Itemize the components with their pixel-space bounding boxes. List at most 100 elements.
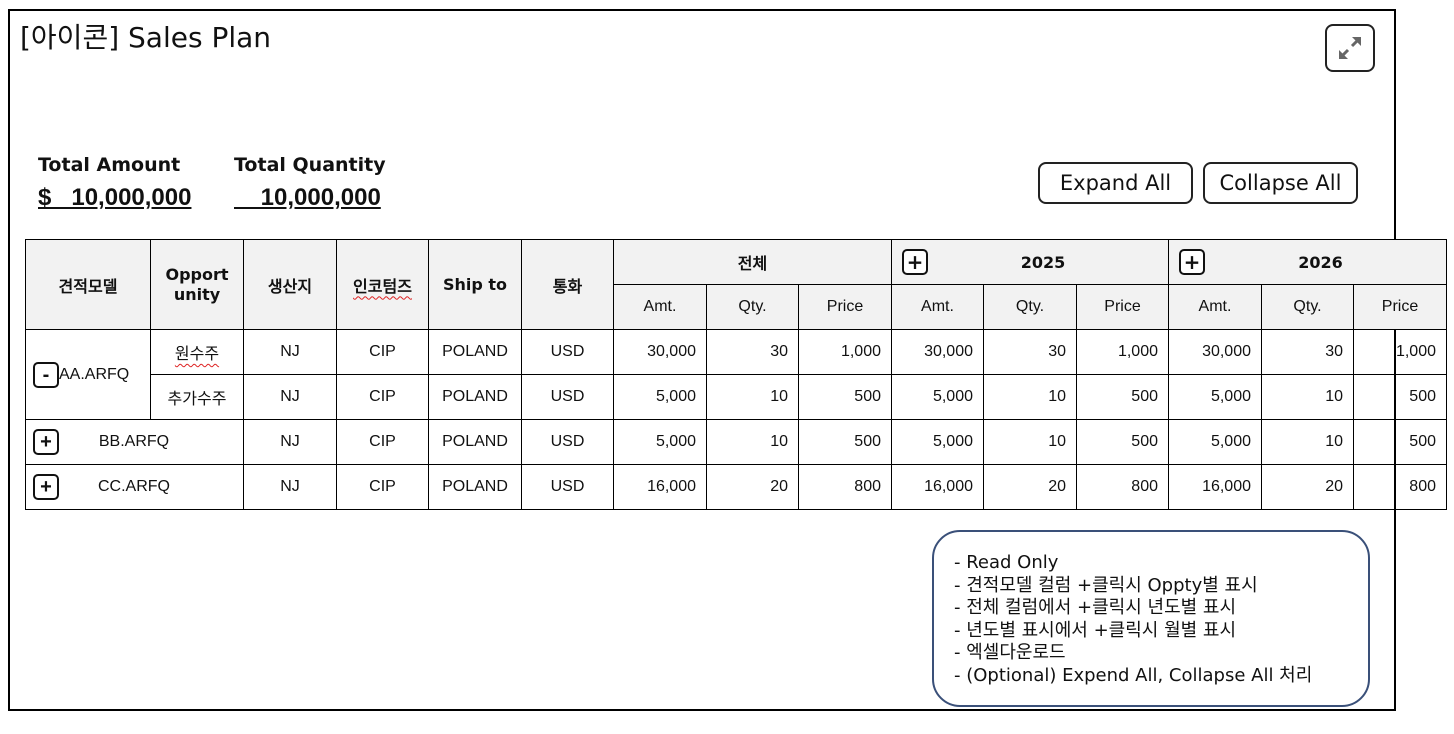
total-amt-cell: 16,000 bbox=[613, 464, 707, 510]
expand-year-2025-plus-icon[interactable]: + bbox=[902, 249, 928, 275]
total-price-cell: 500 bbox=[798, 419, 892, 465]
header-incoterms-label: 인코텀즈 bbox=[353, 276, 412, 296]
incoterms-cell: CIP bbox=[336, 464, 429, 510]
note-line: - 견적모델 컬럼 +클릭시 Oppty별 표시 bbox=[954, 574, 1258, 596]
y2026-amt-cell: 16,000 bbox=[1168, 464, 1262, 510]
expand-bb-plus-icon[interactable]: + bbox=[33, 429, 59, 455]
y2026-amt-cell: 30,000 bbox=[1168, 329, 1262, 375]
header-total-amt: Amt. bbox=[613, 284, 707, 330]
header-incoterms: 인코텀즈 bbox=[336, 239, 429, 330]
header-2026-qty: Qty. bbox=[1261, 284, 1354, 330]
expand-year-2026-plus-icon[interactable]: + bbox=[1179, 249, 1205, 275]
total-qty-cell: 10 bbox=[706, 374, 799, 420]
y2025-price-cell: 500 bbox=[1076, 419, 1169, 465]
total-amount-label: Total Amount bbox=[38, 154, 181, 176]
y2026-qty-cell: 20 bbox=[1261, 464, 1354, 510]
header-2025-amt: Amt. bbox=[891, 284, 984, 330]
header-2025-price: Price bbox=[1076, 284, 1169, 330]
ship-to-cell: POLAND bbox=[428, 329, 522, 375]
total-qty-cell: 10 bbox=[706, 419, 799, 465]
y2026-amt-cell: 5,000 bbox=[1168, 419, 1262, 465]
total-amt-cell: 30,000 bbox=[613, 329, 707, 375]
y2026-price-cell: 500 bbox=[1353, 374, 1447, 420]
note-line: - Read Only bbox=[954, 552, 1059, 573]
header-row-1: 견적모델 Opport unity 생산지 인코텀즈 Ship to 통화 전체… bbox=[25, 239, 1447, 330]
oppty-label: 원수주 bbox=[174, 346, 220, 363]
y2025-qty-cell: 10 bbox=[983, 374, 1077, 420]
incoterms-cell: CIP bbox=[336, 419, 429, 465]
table-row: - AA.ARFQ 원수주 NJ CIP POLAND USD 30,000 30… bbox=[25, 329, 1447, 420]
total-amt-cell: 5,000 bbox=[613, 419, 707, 465]
total-price-cell: 1,000 bbox=[798, 329, 892, 375]
model-cell-bb: + BB.ARFQ bbox=[25, 419, 244, 465]
note-line: - 전체 컬럼에서 +클릭시 년도별 표시 bbox=[954, 597, 1237, 618]
model-cell-aa: - AA.ARFQ bbox=[25, 329, 151, 420]
collapse-aa-minus-icon[interactable]: - bbox=[33, 361, 59, 388]
y2026-qty-cell: 30 bbox=[1261, 329, 1354, 375]
header-origin: 생산지 bbox=[243, 239, 337, 330]
fullscreen-button[interactable] bbox=[1325, 24, 1375, 72]
collapse-all-button[interactable]: Collapse All bbox=[1203, 162, 1358, 204]
y2025-price-cell: 500 bbox=[1076, 374, 1169, 420]
currency-cell: USD bbox=[521, 374, 614, 420]
currency-cell: USD bbox=[521, 419, 614, 465]
total-quantity-value: 10,000,000 bbox=[234, 184, 381, 211]
incoterms-cell: CIP bbox=[336, 329, 429, 375]
ship-to-cell: POLAND bbox=[428, 419, 522, 465]
page-title: [아이콘] Sales Plan bbox=[20, 21, 272, 54]
year-2025-label: 2025 bbox=[1020, 252, 1066, 272]
model-cell-cc: + CC.ARFQ bbox=[25, 464, 244, 510]
oppty-cell: 원수주 bbox=[150, 329, 244, 375]
y2026-price-cell: 500 bbox=[1353, 419, 1447, 465]
header-opportunity: Opport unity bbox=[150, 239, 244, 330]
model-cc-label: CC.ARFQ bbox=[98, 478, 170, 495]
header-total-qty: Qty. bbox=[706, 284, 799, 330]
header-2026-amt: Amt. bbox=[1168, 284, 1262, 330]
y2026-price-cell: 1,000 bbox=[1353, 329, 1447, 375]
year-2026-label: 2026 bbox=[1298, 252, 1343, 272]
model-aa-label: AA.ARFQ bbox=[59, 365, 130, 383]
ship-to-cell: POLAND bbox=[428, 464, 522, 510]
y2025-price-cell: 800 bbox=[1076, 464, 1169, 510]
y2026-qty-cell: 10 bbox=[1261, 374, 1354, 420]
y2025-amt-cell: 5,000 bbox=[891, 419, 984, 465]
note-line: - (Optional) Expend All, Collapse All 처리 bbox=[954, 664, 1313, 686]
total-price-cell: 500 bbox=[798, 374, 892, 420]
expand-arrows-icon bbox=[1339, 37, 1361, 59]
header-2025-qty: Qty. bbox=[983, 284, 1077, 330]
total-quantity-label: Total Quantity bbox=[234, 154, 386, 176]
total-price-cell: 800 bbox=[798, 464, 892, 510]
ship-to-cell: POLAND bbox=[428, 374, 522, 420]
currency-cell: USD bbox=[521, 464, 614, 510]
y2025-qty-cell: 20 bbox=[983, 464, 1077, 510]
y2025-price-cell: 1,000 bbox=[1076, 329, 1169, 375]
origin-cell: NJ bbox=[243, 464, 337, 510]
note-line: - 엑셀다운로드 bbox=[954, 642, 1066, 663]
expand-cc-plus-icon[interactable]: + bbox=[33, 474, 59, 500]
y2025-amt-cell: 30,000 bbox=[891, 329, 984, 375]
incoterms-cell: CIP bbox=[336, 374, 429, 420]
origin-cell: NJ bbox=[243, 419, 337, 465]
expand-all-button[interactable]: Expand All bbox=[1038, 162, 1193, 204]
total-qty-cell: 20 bbox=[706, 464, 799, 510]
total-qty-cell: 30 bbox=[706, 329, 799, 375]
header-2026-price: Price bbox=[1353, 284, 1447, 330]
model-bb-label: BB.ARFQ bbox=[98, 433, 170, 450]
total-amt-cell: 5,000 bbox=[613, 374, 707, 420]
y2025-qty-cell: 30 bbox=[983, 329, 1077, 375]
header-year-2025: +2025 bbox=[891, 239, 1169, 285]
origin-cell: NJ bbox=[243, 329, 337, 375]
header-ship-to: Ship to bbox=[428, 239, 522, 330]
header-model: 견적모델 bbox=[25, 239, 151, 330]
oppty-cell: 추가수주 bbox=[150, 374, 244, 420]
origin-cell: NJ bbox=[243, 374, 337, 420]
header-total-price: Price bbox=[798, 284, 892, 330]
y2025-qty-cell: 10 bbox=[983, 419, 1077, 465]
header-currency: 통화 bbox=[521, 239, 614, 330]
y2026-price-cell: 800 bbox=[1353, 464, 1447, 510]
header-year-2026: +2026 bbox=[1168, 239, 1447, 285]
y2025-amt-cell: 5,000 bbox=[891, 374, 984, 420]
table-row: + CC.ARFQ NJ CIP POLAND USD 16,000 20 800… bbox=[25, 464, 1447, 510]
table-row: 추가수주 NJ CIP POLAND USD 5,000 10 500 5,00… bbox=[26, 374, 1447, 420]
y2026-qty-cell: 10 bbox=[1261, 419, 1354, 465]
